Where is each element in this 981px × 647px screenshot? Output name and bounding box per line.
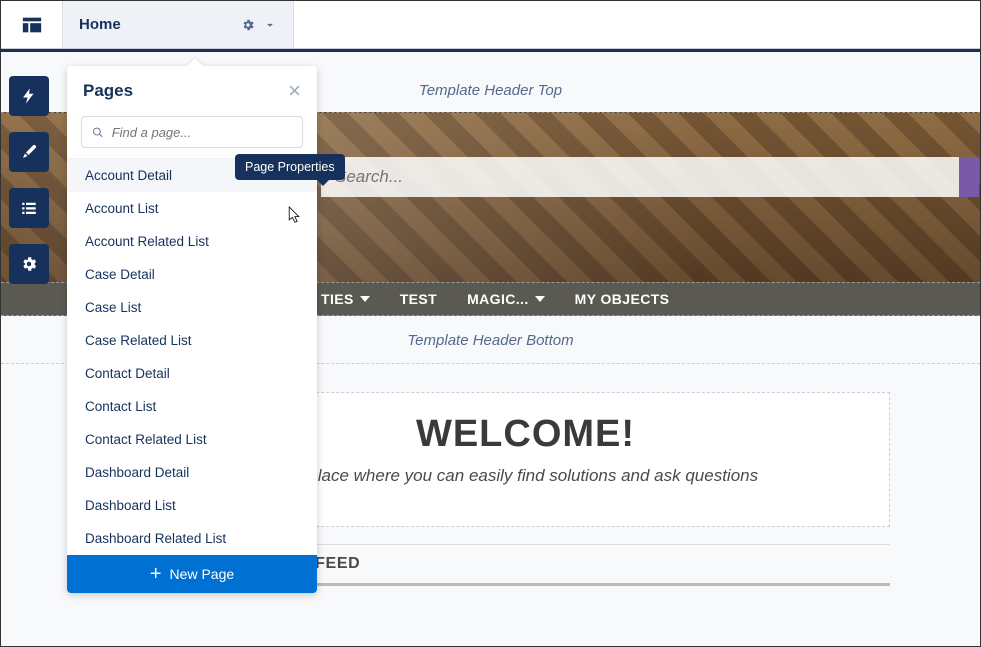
nav-item-label-partial: MAGIC... (467, 291, 529, 307)
list-icon (20, 199, 38, 217)
search-input[interactable] (335, 167, 946, 187)
pages-panel: Pages × Account Detail Account List Acco… (67, 66, 317, 593)
pages-panel-title: Pages (83, 81, 133, 101)
page-item-account-list[interactable]: Account List (67, 192, 317, 225)
tab-home-label: Home (79, 16, 121, 33)
page-properties-tooltip: Page Properties (235, 154, 345, 180)
page-item-account-related-list[interactable]: Account Related List (67, 225, 317, 258)
search-button-accent[interactable] (959, 157, 979, 197)
page-list: Account Detail Account List Account Rela… (67, 158, 317, 555)
page-item-label: Account Related List (85, 234, 209, 249)
tab-home[interactable]: Home (63, 1, 294, 48)
find-page-input[interactable] (112, 125, 292, 140)
chevron-down-icon[interactable] (263, 18, 277, 32)
gear-icon (20, 255, 38, 273)
page-item-dashboard-list[interactable]: Dashboard List (67, 489, 317, 522)
page-item-contact-list[interactable]: Contact List (67, 390, 317, 423)
page-item-dashboard-detail[interactable]: Dashboard Detail (67, 456, 317, 489)
find-page-input-wrapper[interactable] (81, 116, 303, 148)
new-page-button[interactable]: + New Page (67, 555, 317, 593)
nav-item-communities[interactable]: TIES (321, 291, 370, 307)
page-item-label: Case List (85, 300, 141, 315)
rail-brush-button[interactable] (9, 132, 49, 172)
page-item-label: Account Detail (85, 168, 172, 183)
page-item-label: Case Detail (85, 267, 155, 282)
page-item-case-detail[interactable]: Case Detail (67, 258, 317, 291)
page-item-label: Dashboard Related List (85, 531, 226, 546)
page-item-contact-related-list[interactable]: Contact Related List (67, 423, 317, 456)
lightning-icon (20, 87, 38, 105)
page-item-label: Contact Related List (85, 432, 207, 447)
page-item-label: Dashboard Detail (85, 465, 189, 480)
cursor-icon (286, 205, 302, 225)
nav-item-label-partial: TIES (321, 291, 354, 307)
page-item-case-related-list[interactable]: Case Related List (67, 324, 317, 357)
page-item-label: Account List (85, 201, 159, 216)
layout-icon (21, 14, 43, 36)
rail-settings-button[interactable] (9, 244, 49, 284)
search-icon (92, 126, 104, 139)
chevron-down-icon (535, 296, 545, 302)
page-item-label: Contact Detail (85, 366, 170, 381)
page-item-dashboard-related-list[interactable]: Dashboard Related List (67, 522, 317, 555)
page-item-case-list[interactable]: Case List (67, 291, 317, 324)
nav-item-test[interactable]: TEST (400, 291, 437, 307)
search-bar[interactable] (321, 157, 960, 197)
new-page-button-label: New Page (170, 566, 235, 582)
content-area: Template Header Top TIES TEST MAGIC... M… (1, 52, 980, 646)
page-item-label: Contact List (85, 399, 156, 414)
plus-icon: + (150, 564, 162, 584)
top-bar: Home (1, 1, 980, 49)
nav-item-magic[interactable]: MAGIC... (467, 291, 545, 307)
rail-lightning-button[interactable] (9, 76, 49, 116)
builder-logo[interactable] (1, 1, 63, 48)
chevron-down-icon (360, 296, 370, 302)
close-icon[interactable]: × (288, 80, 301, 102)
page-item-label: Dashboard List (85, 498, 176, 513)
rail-structure-button[interactable] (9, 188, 49, 228)
left-rail (9, 76, 49, 284)
pages-panel-header: Pages × (67, 66, 317, 112)
brush-icon (20, 143, 38, 161)
nav-item-myobjects[interactable]: MY OBJECTS (575, 291, 670, 307)
gear-icon[interactable] (241, 18, 255, 32)
page-item-contact-detail[interactable]: Contact Detail (67, 357, 317, 390)
page-item-label: Case Related List (85, 333, 192, 348)
